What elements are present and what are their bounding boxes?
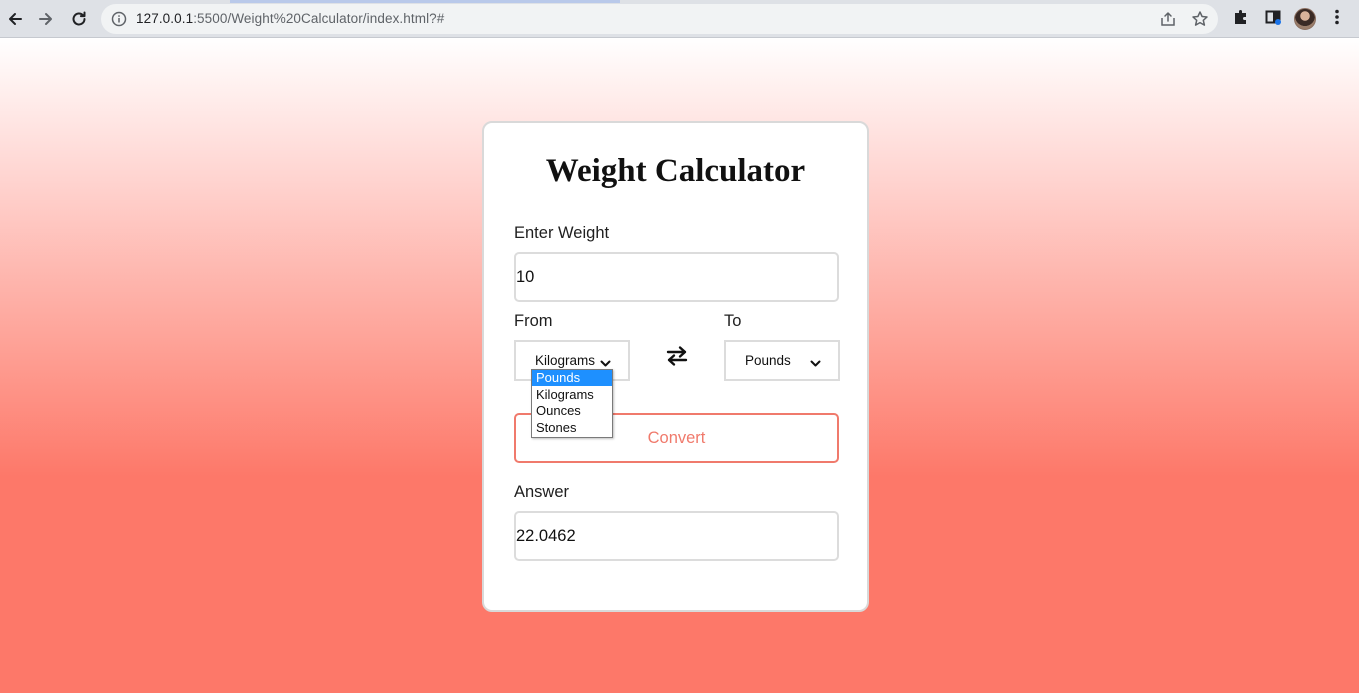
to-unit-select[interactable]: Pounds xyxy=(724,340,840,381)
address-bar[interactable]: 127.0.0.1:5500/Weight%20Calculator/index… xyxy=(101,4,1218,34)
from-unit-selected: Kilograms xyxy=(535,353,596,368)
answer-label: Answer xyxy=(514,483,570,501)
kebab-menu-icon[interactable] xyxy=(1329,8,1345,31)
url-text[interactable]: 127.0.0.1:5500/Weight%20Calculator/index… xyxy=(136,11,444,26)
from-label: From xyxy=(514,312,553,330)
weight-input-value: 10 xyxy=(516,268,535,286)
arrow-left-icon xyxy=(6,10,24,28)
option-kilograms[interactable]: Kilograms xyxy=(532,387,612,403)
answer-output[interactable]: 22.0462 xyxy=(514,511,839,561)
forward-button[interactable] xyxy=(33,6,59,32)
page-background: Weight Calculator Enter Weight 10 From T… xyxy=(0,38,1359,693)
weight-label: Enter Weight xyxy=(514,224,610,242)
from-unit-dropdown[interactable]: Pounds Kilograms Ounces Stones xyxy=(531,369,613,438)
answer-value: 22.0462 xyxy=(516,527,576,545)
chevron-down-icon xyxy=(810,355,821,373)
weight-input[interactable]: 10 xyxy=(514,252,839,302)
option-ounces[interactable]: Ounces xyxy=(532,403,612,419)
reload-button[interactable] xyxy=(66,6,92,32)
info-icon[interactable] xyxy=(111,11,127,32)
reload-icon xyxy=(70,10,88,28)
swap-arrows-icon xyxy=(665,346,689,371)
star-icon[interactable] xyxy=(1191,10,1209,33)
side-panel-icon[interactable] xyxy=(1264,8,1282,31)
puzzle-icon[interactable] xyxy=(1232,8,1250,31)
share-icon[interactable] xyxy=(1159,10,1177,33)
calculator-card: Weight Calculator Enter Weight 10 From T… xyxy=(482,121,869,612)
url-host: 127.0.0.1 xyxy=(136,11,194,26)
arrow-right-icon xyxy=(37,10,55,28)
browser-toolbar: 127.0.0.1:5500/Weight%20Calculator/index… xyxy=(0,0,1359,38)
avatar[interactable] xyxy=(1294,8,1316,30)
back-button[interactable] xyxy=(2,6,28,32)
option-pounds[interactable]: Pounds xyxy=(532,370,612,386)
url-path: :5500/Weight%20Calculator/index.html?# xyxy=(193,11,445,26)
swap-units-button[interactable] xyxy=(665,345,689,372)
to-label: To xyxy=(724,312,742,330)
to-unit-selected: Pounds xyxy=(745,353,791,368)
tab-strip-accent xyxy=(0,0,1359,3)
page-title: Weight Calculator xyxy=(545,153,806,189)
option-stones[interactable]: Stones xyxy=(532,420,612,436)
